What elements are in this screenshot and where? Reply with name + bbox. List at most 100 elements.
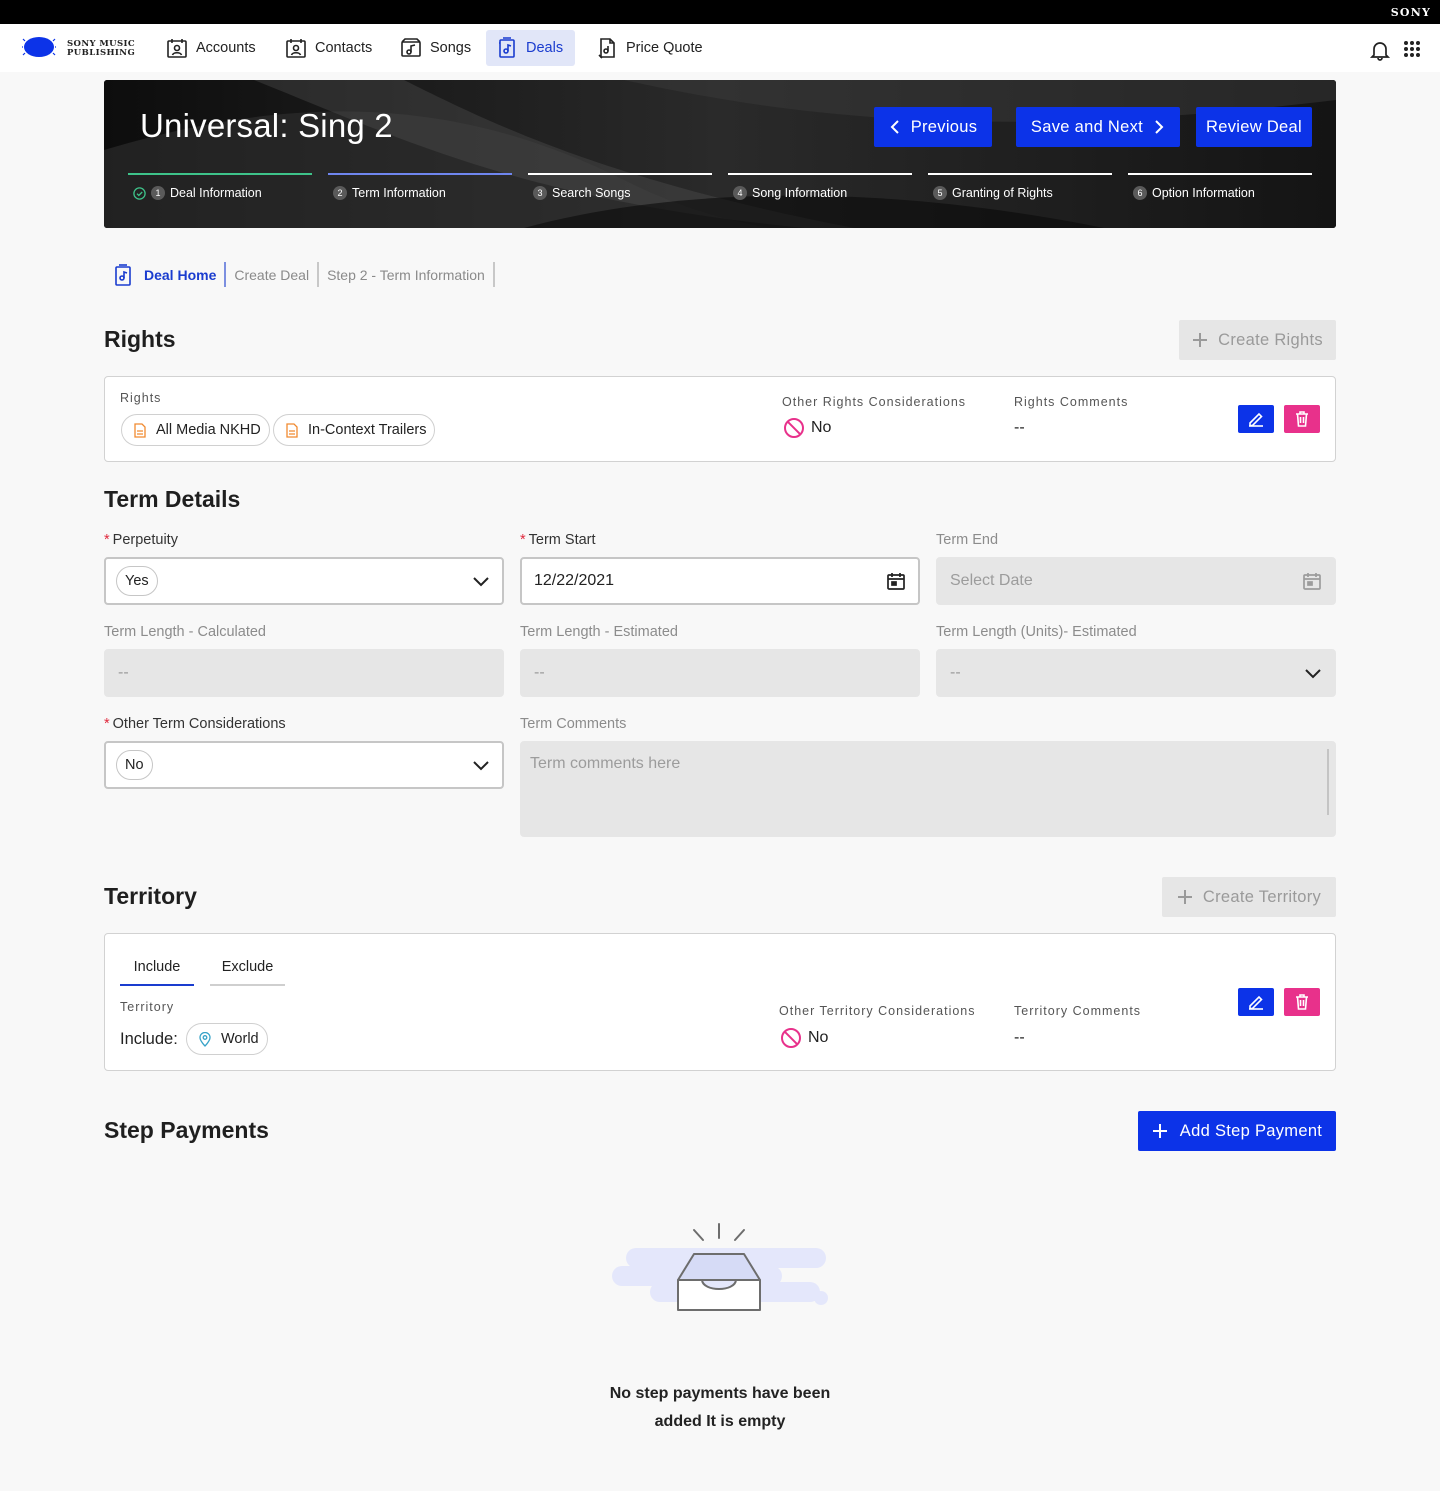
- deals-icon: [115, 263, 131, 286]
- edit-rights-button[interactable]: [1238, 405, 1274, 433]
- perpetuity-select[interactable]: Yes: [104, 557, 504, 605]
- step-deal-information[interactable]: 1 Deal Information: [128, 173, 312, 200]
- deal-hero-banner: Universal: Sing 2 Previous Save and Next…: [104, 80, 1336, 228]
- term-length-estimated-label: Term Length - Estimated: [520, 624, 678, 640]
- step-label: Term Information: [352, 186, 446, 200]
- territory-section-title: Territory: [104, 883, 197, 909]
- plus-icon: [1193, 333, 1208, 347]
- previous-button[interactable]: Previous: [874, 107, 992, 147]
- nav-accounts[interactable]: Accounts: [156, 30, 268, 66]
- step-song-information[interactable]: 4 Song Information: [728, 173, 912, 200]
- calendar-icon[interactable]: [886, 571, 906, 591]
- price-quote-icon: [598, 38, 615, 59]
- step-search-songs[interactable]: 3 Search Songs: [528, 173, 712, 200]
- nav-songs-label: Songs: [430, 40, 472, 56]
- step-option-information[interactable]: 6 Option Information: [1128, 173, 1312, 200]
- breadcrumb-label: Deal Home: [144, 266, 217, 283]
- pencil-icon: [1249, 995, 1263, 1010]
- nav-price-quote[interactable]: Price Quote: [586, 30, 715, 66]
- step-number: 6: [1133, 186, 1147, 200]
- review-deal-button[interactable]: Review Deal: [1196, 107, 1312, 147]
- breadcrumb-label: Step 2 - Term Information: [327, 266, 485, 283]
- tab-exclude[interactable]: Exclude: [210, 956, 285, 986]
- term-end-placeholder: Select Date: [950, 572, 1033, 589]
- term-length-calculated-label: Term Length - Calculated: [104, 624, 266, 640]
- plus-icon: [1177, 890, 1192, 904]
- create-rights-button[interactable]: Create Rights: [1179, 320, 1336, 360]
- other-term-considerations-select[interactable]: No: [104, 741, 504, 789]
- perpetuity-value: Yes: [116, 566, 158, 596]
- include-label: Include:: [120, 1030, 178, 1048]
- location-pin-icon: [199, 1031, 211, 1047]
- chevron-right-icon: [1155, 120, 1164, 134]
- nav-songs[interactable]: Songs: [390, 30, 483, 66]
- empty-state-message: No step payments have been added It is e…: [609, 1385, 831, 1430]
- step-term-information[interactable]: 2 Term Information: [328, 173, 512, 200]
- chevron-down-icon: [473, 577, 489, 587]
- term-length-estimated-input[interactable]: --: [520, 649, 920, 697]
- previous-button-label: Previous: [910, 117, 978, 136]
- apps-grid-icon[interactable]: [1403, 40, 1421, 58]
- step-number: 1: [151, 186, 165, 200]
- create-rights-label: Create Rights: [1218, 330, 1323, 349]
- other-rights-label: Other Rights Considerations: [782, 395, 967, 409]
- term-comments-placeholder: Term comments here: [530, 755, 681, 772]
- create-territory-button[interactable]: Create Territory: [1162, 877, 1336, 917]
- chevron-down-icon: [1305, 669, 1321, 679]
- breadcrumb-create-deal[interactable]: Create Deal: [226, 262, 320, 287]
- step-number: 5: [933, 186, 947, 200]
- term-end-input[interactable]: Select Date: [936, 557, 1336, 605]
- step-number: 2: [333, 186, 347, 200]
- nav-deals[interactable]: Deals: [486, 30, 576, 66]
- contacts-icon: [286, 39, 306, 58]
- term-start-label: * Term Start: [520, 532, 596, 548]
- breadcrumb-deal-home[interactable]: Deal Home: [112, 262, 227, 287]
- territory-comments-value: --: [1014, 1029, 1025, 1046]
- tab-include[interactable]: Include: [120, 956, 194, 986]
- document-icon: [286, 422, 298, 438]
- rights-card: Rights All Media NKHD In-Context Trailer…: [104, 376, 1336, 462]
- term-start-input[interactable]: 12/22/2021: [520, 557, 920, 605]
- other-territory-value: No: [780, 1027, 828, 1049]
- nav-contacts[interactable]: Contacts: [275, 30, 384, 66]
- notifications-bell-icon[interactable]: [1369, 39, 1391, 61]
- term-comments-label: Term Comments: [520, 716, 627, 732]
- step-granting-of-rights[interactable]: 5 Granting of Rights: [928, 173, 1112, 200]
- rights-chip: All Media NKHD: [121, 414, 270, 446]
- calendar-icon: [1303, 573, 1321, 590]
- textarea-scrollbar[interactable]: [1327, 749, 1329, 815]
- add-step-payment-button[interactable]: Add Step Payment: [1138, 1111, 1336, 1151]
- sony-music-logo-icon[interactable]: [22, 36, 56, 58]
- perpetuity-label: * Perpetuity: [104, 532, 178, 548]
- empty-inbox-illustration-icon: [612, 1223, 828, 1311]
- save-and-next-button[interactable]: Save and Next: [1016, 107, 1180, 147]
- top-navigation: SONY MUSIC PUBLISHING Accounts Contacts …: [0, 24, 1440, 72]
- other-territory-label: Other Territory Considerations: [779, 1004, 976, 1018]
- delete-territory-button[interactable]: [1284, 988, 1320, 1016]
- delete-rights-button[interactable]: [1284, 405, 1320, 433]
- sony-music-publishing-wordmark: SONY MUSIC PUBLISHING: [67, 39, 136, 58]
- term-length-units-select[interactable]: --: [936, 649, 1336, 697]
- step-label: Search Songs: [552, 186, 631, 200]
- step-payments-title: Step Payments: [104, 1117, 269, 1143]
- other-term-value: No: [116, 750, 153, 780]
- rights-label: Rights: [120, 391, 162, 405]
- edit-territory-button[interactable]: [1238, 988, 1274, 1016]
- nav-deals-label: Deals: [526, 40, 564, 56]
- other-term-considerations-label: * Other Term Considerations: [104, 716, 286, 732]
- territory-comments-label: Territory Comments: [1014, 1004, 1142, 1018]
- term-comments-textarea[interactable]: Term comments here: [520, 741, 1336, 837]
- territory-label: Territory: [120, 1000, 175, 1014]
- step-progress-line: [128, 173, 312, 175]
- term-details-title: Term Details: [104, 486, 241, 512]
- deal-title: Universal: Sing 2: [140, 107, 393, 144]
- step-progress-line: [328, 173, 512, 175]
- no-entry-icon: [784, 418, 804, 438]
- step-number: 4: [733, 186, 747, 200]
- sony-wordmark: SONY: [1390, 6, 1431, 19]
- step-progress-line: [928, 173, 1112, 175]
- other-rights-value: No: [783, 417, 831, 439]
- term-length-units-label: Term Length (Units)- Estimated: [936, 624, 1137, 640]
- breadcrumb-step-2[interactable]: Step 2 - Term Information: [319, 262, 495, 287]
- breadcrumb: Deal Home Create Deal Step 2 - Term Info…: [112, 262, 495, 287]
